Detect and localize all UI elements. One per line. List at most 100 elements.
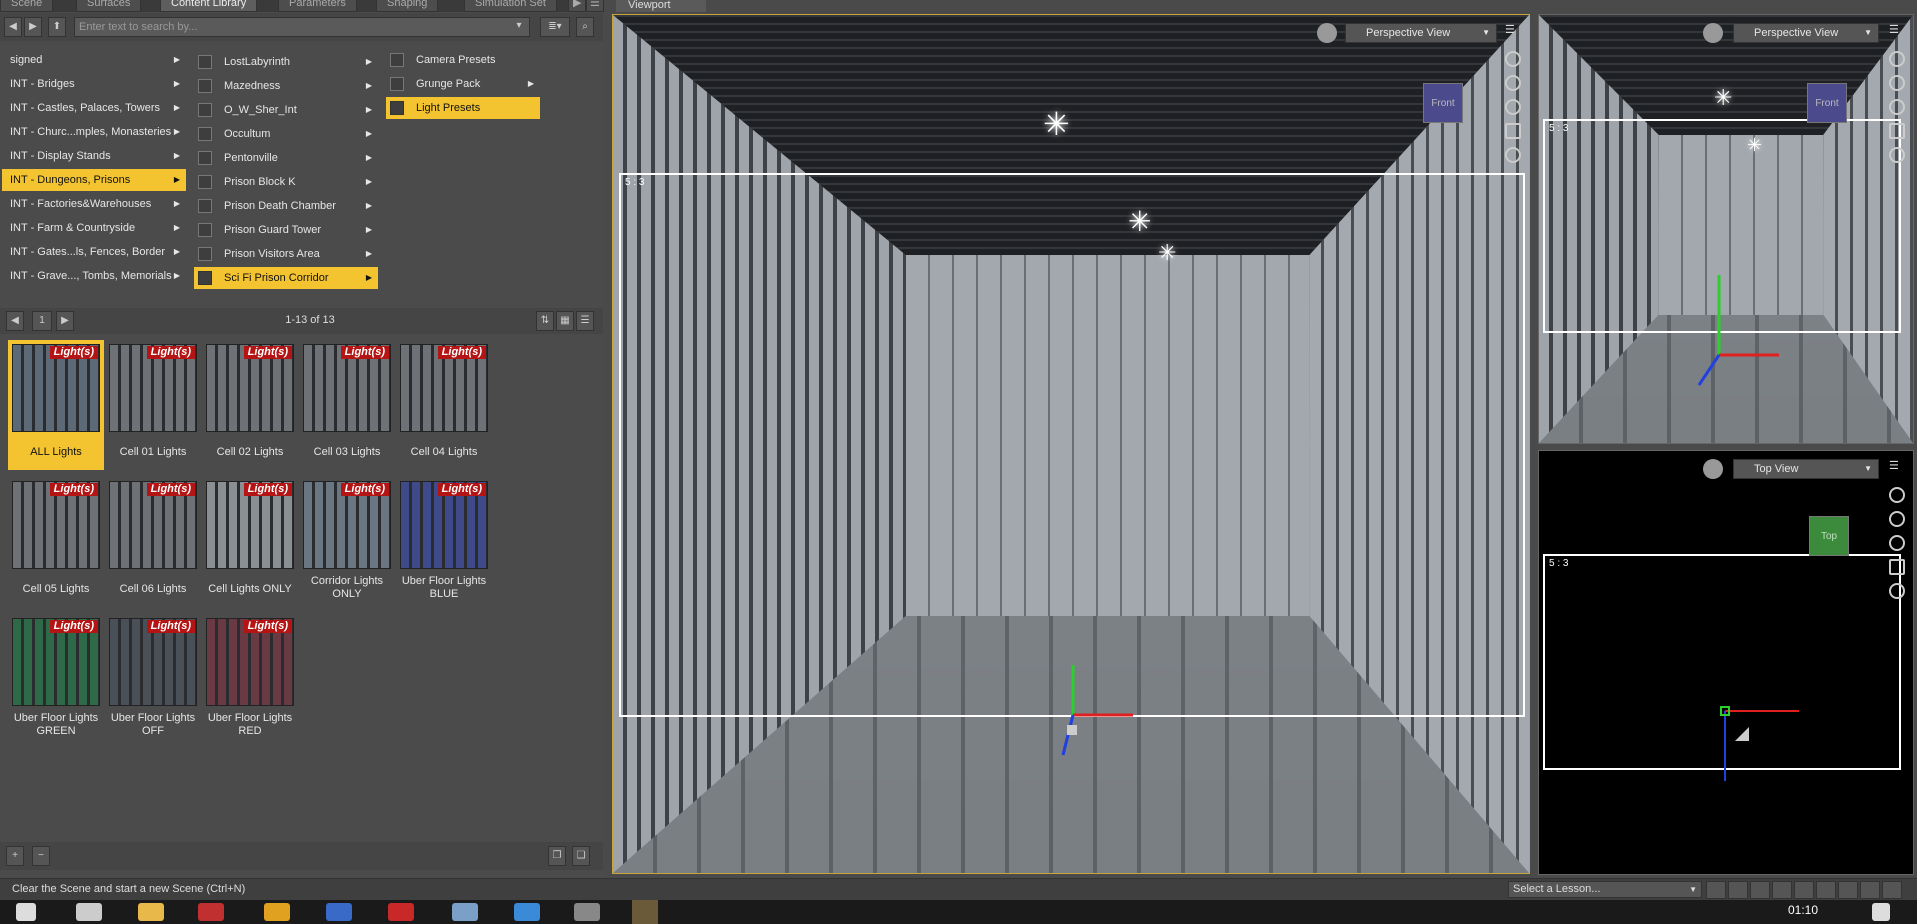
orbit-icon[interactable] [1505, 51, 1521, 67]
category-item-selected[interactable]: INT - Dungeons, Prisons ▶ [2, 169, 186, 191]
daz-studio-icon[interactable] [632, 900, 658, 924]
orbit-icon[interactable] [1889, 51, 1905, 67]
subfolder-item-selected[interactable]: Light Presets [386, 97, 540, 119]
lesson-step-button[interactable] [1772, 881, 1792, 899]
preset-tile[interactable]: Light(s) Cell Lights ONLY [202, 477, 298, 607]
lesson-step-button[interactable] [1750, 881, 1770, 899]
remove-icon[interactable]: − [32, 846, 50, 866]
preset-tile[interactable]: Light(s) Corridor Lights ONLY [299, 477, 395, 607]
zoom-icon[interactable] [1505, 99, 1521, 115]
product-item[interactable]: Prison Block K ▶ [194, 171, 378, 193]
tab-content-library[interactable]: Content Library [160, 0, 258, 12]
product-item[interactable]: Prison Death Chamber ▶ [194, 195, 378, 217]
shading-sphere-icon[interactable] [1703, 459, 1723, 479]
app-icon[interactable] [326, 903, 352, 921]
shading-sphere-icon[interactable] [1317, 23, 1337, 43]
next-page-icon[interactable]: ▶ [56, 311, 74, 331]
lesson-step-button[interactable] [1728, 881, 1748, 899]
sort-icon[interactable]: ⇅ [536, 311, 554, 331]
file-explorer-icon[interactable] [138, 903, 164, 921]
paste-icon[interactable]: ❏ [572, 846, 590, 866]
tab-parameters[interactable]: Parameters [278, 0, 357, 12]
lesson-step-button[interactable] [1816, 881, 1836, 899]
add-icon[interactable]: + [6, 846, 24, 866]
app-icon[interactable] [514, 903, 540, 921]
product-item[interactable]: LostLabyrinth ▶ [194, 51, 378, 73]
list-view-icon[interactable]: ☰ [576, 311, 594, 331]
app-icon[interactable] [574, 903, 600, 921]
preset-tile[interactable]: Light(s) Uber Floor Lights GREEN [8, 614, 104, 744]
pan-icon[interactable] [1505, 75, 1521, 91]
lesson-select[interactable]: Select a Lesson... ▼ [1508, 881, 1702, 898]
preset-tile[interactable]: Light(s) Cell 05 Lights [8, 477, 104, 607]
viewport-menu-icon[interactable]: ☰ [1505, 23, 1515, 36]
preset-tile[interactable]: Light(s) Uber Floor Lights OFF [105, 614, 201, 744]
product-item[interactable]: Occultum ▶ [194, 123, 378, 145]
category-item[interactable]: INT - Castles, Palaces, Towers ▶ [2, 97, 186, 119]
viewport-menu-icon[interactable]: ☰ [1889, 459, 1899, 472]
category-item[interactable]: INT - Bridges ▶ [2, 73, 186, 95]
app-icon[interactable] [388, 903, 414, 921]
reset-view-icon[interactable] [1889, 583, 1905, 599]
notifications-icon[interactable] [1872, 903, 1890, 921]
preset-tile[interactable]: Light(s) Cell 06 Lights [105, 477, 201, 607]
lesson-step-button[interactable] [1794, 881, 1814, 899]
secondary-viewport-bottom[interactable]: 5 : 3 Top View ▼ ☰ Top [1538, 450, 1914, 875]
tab-shaping[interactable]: Shaping [376, 0, 439, 12]
up-folder-icon[interactable]: ⬆ [48, 17, 66, 37]
tab-surfaces[interactable]: Surfaces [76, 0, 142, 12]
preset-tile[interactable]: Light(s) Uber Floor Lights BLUE [396, 477, 492, 607]
search-icon[interactable]: ⌕ [576, 17, 594, 37]
viewport-menu-icon[interactable]: ☰ [1889, 23, 1899, 36]
category-item[interactable]: INT - Grave..., Tombs, Memorials ▶ [2, 265, 186, 287]
view-selector[interactable]: Perspective View ▼ [1345, 23, 1497, 43]
secondary-viewport-top[interactable]: ✳ ✳ 5 : 3 Perspective View ▼ ☰ Front [1538, 14, 1914, 444]
subfolder-item[interactable]: Grunge Pack ▶ [386, 73, 540, 95]
preset-tile[interactable]: Light(s) ALL Lights [8, 340, 104, 470]
forward-arrow-icon[interactable]: ▶ [24, 17, 42, 37]
preset-tile[interactable]: Light(s) Cell 01 Lights [105, 340, 201, 470]
zoom-icon[interactable] [1889, 535, 1905, 551]
product-item[interactable]: Pentonville ▶ [194, 147, 378, 169]
tab-scroll-right-button[interactable]: ▶ [568, 0, 587, 12]
windows-start-icon[interactable] [16, 903, 36, 921]
category-item[interactable]: INT - Display Stands ▶ [2, 145, 186, 167]
product-item[interactable]: Prison Guard Tower ▶ [194, 219, 378, 241]
reset-view-icon[interactable] [1889, 147, 1905, 163]
category-item[interactable]: INT - Churc...mples, Monasteries ▶ [2, 121, 186, 143]
copy-icon[interactable]: ❐ [548, 846, 566, 866]
pan-icon[interactable] [1889, 75, 1905, 91]
category-item[interactable]: INT - Farm & Countryside ▶ [2, 217, 186, 239]
lesson-step-button[interactable] [1838, 881, 1858, 899]
orbit-icon[interactable] [1889, 487, 1905, 503]
view-selector[interactable]: Perspective View ▼ [1733, 23, 1879, 43]
transform-gizmo[interactable] [1043, 655, 1143, 765]
preset-tile[interactable]: Light(s) Cell 03 Lights [299, 340, 395, 470]
tab-simulation-settings[interactable]: Simulation Set [464, 0, 557, 12]
frame-icon[interactable] [1889, 559, 1905, 575]
zoom-icon[interactable] [1889, 99, 1905, 115]
lesson-step-button[interactable] [1882, 881, 1902, 899]
database-icon[interactable]: ≣▾ [540, 17, 570, 37]
panel-menu-icon[interactable]: ☰ [586, 0, 604, 12]
view-selector[interactable]: Top View ▼ [1733, 459, 1879, 479]
shading-sphere-icon[interactable] [1703, 23, 1723, 43]
frame-icon[interactable] [1505, 123, 1521, 139]
product-item[interactable]: Prison Visitors Area ▶ [194, 243, 378, 265]
category-item[interactable]: signed ▶ [2, 49, 186, 71]
preset-tile[interactable]: Light(s) Cell 04 Lights [396, 340, 492, 470]
transform-gizmo[interactable] [1709, 681, 1809, 791]
page-number[interactable]: 1 [32, 311, 52, 331]
preset-tile[interactable]: Light(s) Uber Floor Lights RED [202, 614, 298, 744]
subfolder-item[interactable]: Camera Presets [386, 49, 540, 71]
tab-viewport[interactable]: Viewport [616, 0, 706, 12]
frame-icon[interactable] [1889, 123, 1905, 139]
category-item[interactable]: INT - Gates...ls, Fences, Border ▶ [2, 241, 186, 263]
view-cube-front[interactable]: Front [1807, 83, 1847, 123]
reset-view-icon[interactable] [1505, 147, 1521, 163]
taskview-icon[interactable] [76, 903, 102, 921]
search-input[interactable]: Enter text to search by... [74, 17, 530, 37]
transform-gizmo[interactable] [1689, 255, 1789, 395]
back-arrow-icon[interactable]: ◀ [4, 17, 22, 37]
product-item[interactable]: O_W_Sher_Int ▶ [194, 99, 378, 121]
